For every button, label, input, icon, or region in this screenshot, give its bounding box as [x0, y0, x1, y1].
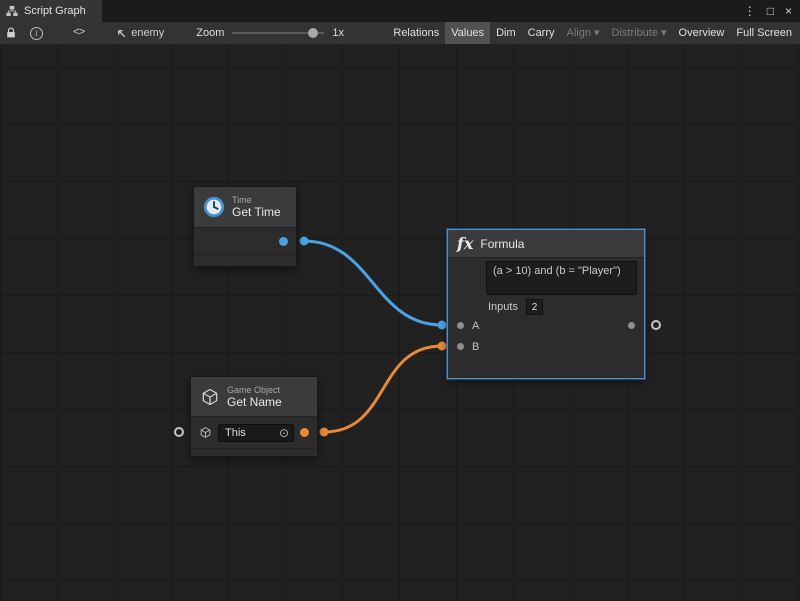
graph-name-label: enemy — [131, 27, 164, 39]
graph-breadcrumb[interactable]: enemy — [116, 27, 164, 39]
code-icon[interactable]: <> — [73, 22, 84, 44]
zoom-value: 1x — [332, 27, 344, 39]
info-icon[interactable]: i — [30, 22, 43, 44]
chevron-down-icon: ▾ — [661, 22, 667, 44]
node-category-label: Game Object — [227, 385, 282, 395]
inputs-label: Inputs — [488, 301, 518, 313]
formula-input-b-port[interactable] — [457, 343, 464, 350]
node-get-time[interactable]: Time Get Time — [193, 186, 297, 267]
formula-port-row-b: B — [448, 336, 644, 357]
node-formula-header: fx Formula — [448, 230, 644, 258]
node-footer — [191, 448, 317, 456]
lock-icon[interactable] — [5, 22, 17, 44]
zoom-control: Zoom 1x — [196, 27, 344, 39]
title-bar: Script Graph ⋮ □ × — [0, 0, 800, 22]
wire-endpoint — [320, 428, 329, 437]
port-b-label: B — [472, 341, 479, 353]
close-icon[interactable]: × — [785, 4, 792, 18]
target-value: This — [225, 427, 246, 439]
node-category-label: Time — [232, 195, 281, 205]
node-title-label: Get Time — [232, 205, 281, 219]
clock-icon — [203, 196, 225, 218]
formula-inputs-row: Inputs 2 — [488, 299, 644, 315]
graph-pointer-icon — [116, 28, 127, 39]
node-title-label: Get Name — [227, 395, 282, 409]
graph-toolbar: i <> enemy Zoom 1x Relations Values Dim … — [0, 22, 800, 45]
wire-endpoint — [438, 321, 447, 330]
node-get-name[interactable]: Game Object Get Name This ⊙ — [190, 376, 318, 457]
node-get-time-header: Time Get Time — [194, 187, 296, 228]
cube-icon — [199, 426, 212, 439]
formula-port-row-a: A — [448, 315, 644, 336]
wire-getname-to-formula-b[interactable] — [324, 346, 442, 432]
get-name-output-port[interactable] — [300, 428, 309, 437]
node-title-label: Formula — [480, 237, 524, 251]
script-graph-icon — [6, 5, 18, 17]
tab-script-graph[interactable]: Script Graph — [0, 0, 102, 22]
zoom-slider[interactable] — [232, 32, 324, 34]
window-controls: ⋮ □ × — [744, 0, 800, 22]
dim-button[interactable]: Dim — [490, 22, 522, 44]
full-screen-button[interactable]: Full Screen — [730, 22, 798, 44]
wire-endpoint — [438, 342, 447, 351]
window-menu-icon[interactable]: ⋮ — [744, 4, 756, 18]
target-object-field[interactable]: This ⊙ — [218, 424, 294, 442]
cube-icon — [200, 387, 220, 407]
zoom-slider-handle[interactable] — [308, 28, 318, 38]
align-button[interactable]: Align ▾ — [561, 22, 606, 44]
get-name-target-port[interactable] — [174, 427, 184, 437]
node-footer — [194, 254, 296, 266]
formula-expression-input[interactable]: (a > 10) and (b = "Player") — [486, 261, 637, 295]
chevron-down-icon: ▾ — [594, 22, 600, 44]
port-a-label: A — [472, 320, 479, 332]
inputs-count-input[interactable]: 2 — [526, 299, 543, 315]
carry-button[interactable]: Carry — [522, 22, 561, 44]
tab-title: Script Graph — [24, 5, 86, 17]
node-formula[interactable]: fx Formula (a > 10) and (b = "Player") I… — [447, 229, 645, 379]
zoom-label: Zoom — [196, 27, 224, 39]
toolbar-buttons: Relations Values Dim Carry Align ▾ Distr… — [387, 22, 800, 44]
formula-input-a-port[interactable] — [457, 322, 464, 329]
fx-icon: fx — [457, 234, 473, 253]
connections-layer — [0, 45, 800, 601]
get-time-output-row — [194, 228, 296, 254]
maximize-icon[interactable]: □ — [767, 4, 774, 18]
wire-gettime-to-formula-a[interactable] — [304, 241, 442, 325]
graph-canvas[interactable]: Time Get Time fx Formula (a > 10) and (b… — [0, 45, 800, 601]
values-button[interactable]: Values — [445, 22, 490, 44]
relations-button[interactable]: Relations — [387, 22, 445, 44]
distribute-button[interactable]: Distribute ▾ — [606, 22, 673, 44]
formula-output-port[interactable] — [651, 320, 661, 330]
get-time-output-port[interactable] — [279, 237, 288, 246]
formula-result-port-inner[interactable] — [628, 322, 635, 329]
get-name-target-row: This ⊙ — [191, 417, 317, 448]
node-get-name-header: Game Object Get Name — [191, 377, 317, 417]
overview-button[interactable]: Overview — [673, 22, 731, 44]
object-picker-icon[interactable]: ⊙ — [279, 427, 289, 439]
wire-endpoint — [300, 237, 309, 246]
